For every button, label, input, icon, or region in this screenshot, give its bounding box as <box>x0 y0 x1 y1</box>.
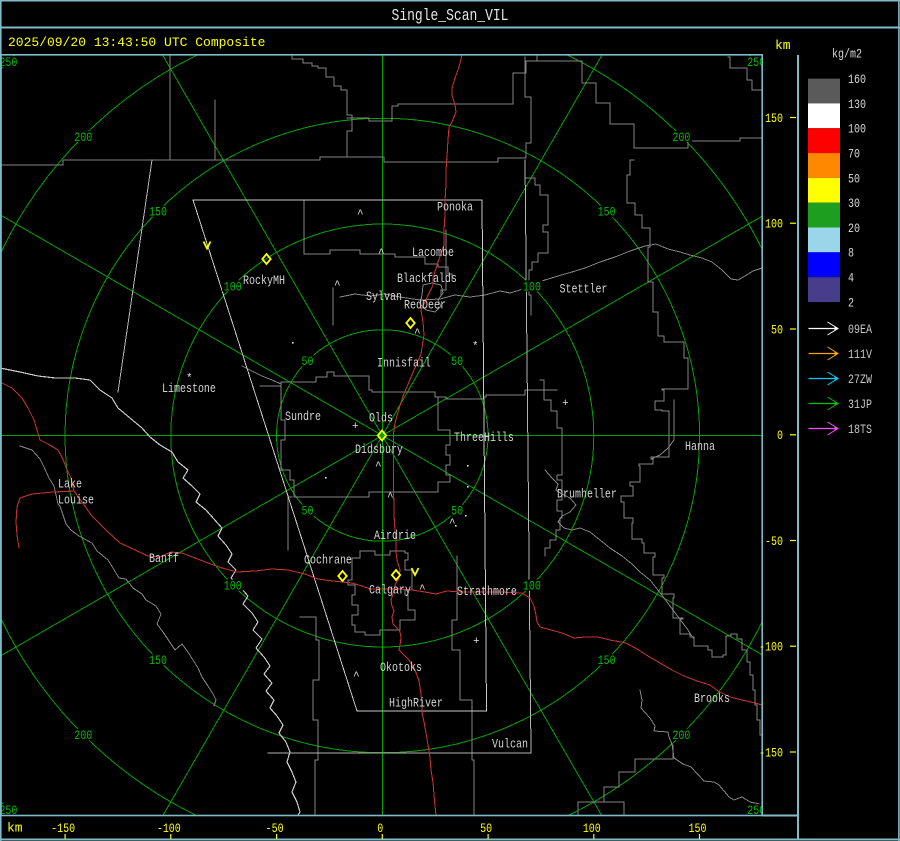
svg-text:8: 8 <box>848 247 854 262</box>
svg-text:Blackfalds: Blackfalds <box>397 272 457 287</box>
svg-text:+: + <box>473 636 480 648</box>
svg-text:^: ^ <box>375 461 382 473</box>
svg-text:Olds: Olds <box>369 411 393 426</box>
svg-text:Airdrie: Airdrie <box>374 529 416 544</box>
svg-text:ThreeHills: ThreeHills <box>454 431 514 446</box>
svg-text:RockyMH: RockyMH <box>243 274 285 289</box>
svg-text:111V: 111V <box>848 348 872 363</box>
svg-text:27ZW: 27ZW <box>848 373 872 388</box>
svg-text:150: 150 <box>149 654 167 669</box>
svg-text:^: ^ <box>378 248 385 260</box>
svg-text:50: 50 <box>848 172 860 187</box>
svg-text:100: 100 <box>523 579 541 594</box>
svg-text:^: ^ <box>414 328 421 340</box>
svg-text:250: 250 <box>0 56 17 71</box>
svg-text:200: 200 <box>74 729 92 744</box>
svg-text:^: ^ <box>357 209 364 221</box>
svg-text:200: 200 <box>74 131 92 146</box>
svg-text:Louise: Louise <box>58 493 94 508</box>
svg-text:km: km <box>775 38 791 53</box>
svg-text:-150: -150 <box>51 822 75 837</box>
svg-text:100: 100 <box>224 280 242 295</box>
svg-text:150: 150 <box>149 206 167 221</box>
svg-text:Lacombe: Lacombe <box>412 246 454 261</box>
svg-text:Single_Scan_VIL: Single_Scan_VIL <box>392 8 509 26</box>
svg-text:100: 100 <box>765 218 783 233</box>
svg-text:^: ^ <box>387 492 394 504</box>
svg-text:100: 100 <box>224 579 242 594</box>
svg-text:0: 0 <box>777 429 783 444</box>
svg-text:50: 50 <box>302 505 314 520</box>
svg-text:50: 50 <box>451 355 463 370</box>
svg-text:-100: -100 <box>759 641 783 656</box>
svg-text:-150: -150 <box>759 746 783 761</box>
svg-text:kg/m2: kg/m2 <box>832 47 862 62</box>
svg-text:18TS: 18TS <box>848 423 872 438</box>
svg-text:Cochrane: Cochrane <box>304 553 352 568</box>
svg-text:200: 200 <box>672 131 690 146</box>
svg-text:km: km <box>7 821 23 836</box>
svg-text:RedDeer: RedDeer <box>404 298 446 313</box>
svg-text:Ponoka: Ponoka <box>437 200 473 215</box>
svg-text:200: 200 <box>672 729 690 744</box>
svg-text:50: 50 <box>771 323 783 338</box>
svg-text:Didsbury: Didsbury <box>355 443 403 458</box>
svg-text:160: 160 <box>848 73 866 88</box>
svg-text:^: ^ <box>419 584 426 596</box>
svg-text:2: 2 <box>848 296 854 311</box>
svg-text:Stettler: Stettler <box>560 282 608 297</box>
svg-text:Vulcan: Vulcan <box>492 737 528 752</box>
svg-text:Sylvan: Sylvan <box>366 290 402 305</box>
svg-text:Brooks: Brooks <box>694 692 730 707</box>
svg-text:^: ^ <box>334 280 341 292</box>
svg-text:4: 4 <box>848 272 854 287</box>
svg-text:130: 130 <box>848 98 866 113</box>
svg-text:Drumheller: Drumheller <box>557 487 617 502</box>
svg-text:100: 100 <box>583 822 601 837</box>
svg-text:09EA: 09EA <box>848 323 872 338</box>
svg-text:30: 30 <box>848 197 860 212</box>
svg-text:-100: -100 <box>157 822 181 837</box>
svg-text:Okotoks: Okotoks <box>380 661 422 676</box>
svg-text:^: ^ <box>353 671 360 683</box>
svg-text:150: 150 <box>765 112 783 127</box>
svg-text:*: * <box>186 373 193 385</box>
svg-text:150: 150 <box>598 654 616 669</box>
svg-text:Lake: Lake <box>58 477 82 492</box>
svg-text:31JP: 31JP <box>848 398 872 413</box>
svg-text:150: 150 <box>689 822 707 837</box>
svg-text:50: 50 <box>480 822 492 837</box>
svg-text:Hanna: Hanna <box>685 440 715 455</box>
svg-text:Innisfail: Innisfail <box>377 356 431 371</box>
svg-text:Strathmore: Strathmore <box>457 585 517 600</box>
svg-text:*: * <box>472 341 479 353</box>
svg-text:Calgary: Calgary <box>369 583 411 598</box>
svg-text:-50: -50 <box>765 535 783 550</box>
svg-text:+: + <box>352 421 359 433</box>
svg-text:Banff: Banff <box>149 552 179 567</box>
svg-text:-50: -50 <box>266 822 284 837</box>
svg-text:100: 100 <box>523 280 541 295</box>
svg-text:Sundre: Sundre <box>285 410 321 425</box>
svg-text:100: 100 <box>848 123 866 138</box>
svg-text:20: 20 <box>848 222 860 237</box>
svg-text:^: ^ <box>449 518 456 530</box>
svg-text:2025/09/20 13:43:50 UTC Compos: 2025/09/20 13:43:50 UTC Composite <box>8 35 265 50</box>
svg-text:50: 50 <box>302 355 314 370</box>
svg-text:HighRiver: HighRiver <box>389 696 443 711</box>
svg-text:70: 70 <box>848 147 860 162</box>
svg-text:+: + <box>562 398 569 410</box>
svg-text:150: 150 <box>598 206 616 221</box>
